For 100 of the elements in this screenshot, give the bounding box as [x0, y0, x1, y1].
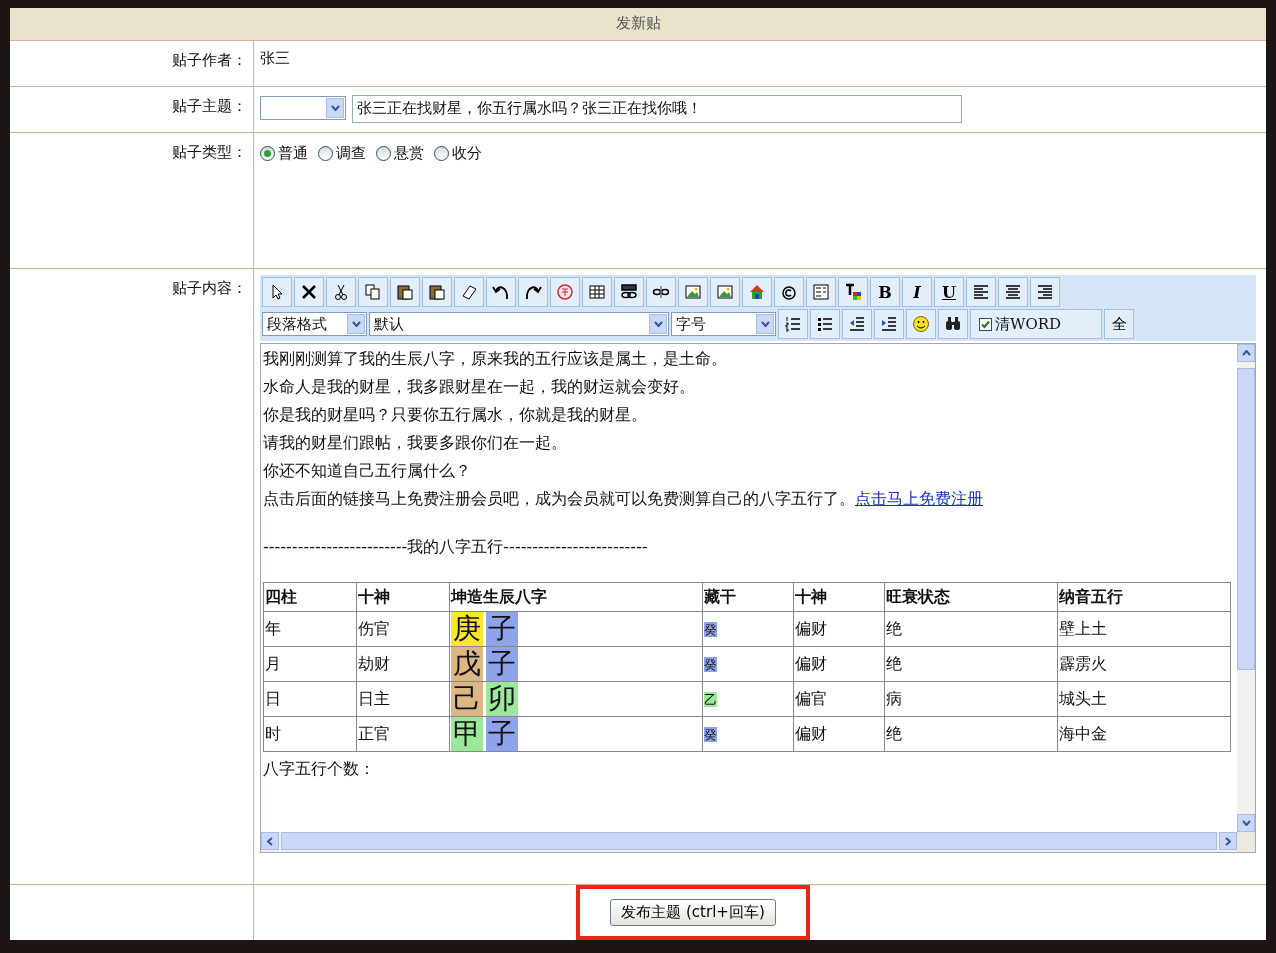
format-button[interactable]: U	[934, 277, 964, 308]
table-cell: 日	[263, 681, 357, 717]
table-button[interactable]	[582, 277, 612, 308]
table-cell: 城头土	[1057, 681, 1231, 717]
cut-button[interactable]	[326, 277, 356, 308]
form-title: 发新贴	[615, 14, 661, 34]
format-button[interactable]: I	[902, 277, 932, 308]
redo-icon	[524, 283, 542, 302]
form-icon	[812, 283, 830, 302]
page-button[interactable]	[550, 277, 580, 308]
house-button[interactable]	[742, 277, 772, 308]
align-center-icon	[1004, 283, 1022, 302]
paragraph: 你是我的财星吗？只要你五行属水，你就是我的财星。	[263, 404, 648, 427]
scroll-down-icon[interactable]	[1237, 814, 1255, 833]
table-cell: 正官	[356, 716, 450, 752]
pointer-button[interactable]	[262, 277, 292, 308]
table-icon	[588, 283, 606, 302]
format-button[interactable]: B	[870, 277, 900, 308]
editor-area[interactable]	[261, 344, 1237, 833]
copy-button[interactable]	[358, 277, 388, 308]
clean-word-checkbox[interactable]: 清WORD	[970, 309, 1102, 340]
scroll-thumb[interactable]	[281, 832, 1217, 851]
cut-icon	[332, 283, 350, 302]
image-button[interactable]	[710, 277, 740, 308]
textcolor-button[interactable]	[838, 277, 868, 308]
register-link[interactable]: 点击马上免费注册	[855, 489, 983, 509]
scroll-left-icon[interactable]	[261, 832, 279, 851]
scroll-up-icon[interactable]	[1237, 344, 1255, 363]
fullscreen-button[interactable]: 全	[1104, 309, 1134, 340]
align-left-icon	[972, 283, 990, 302]
table-cell: 霹雳火	[1057, 646, 1231, 682]
house-icon	[748, 283, 766, 302]
format-dropdown[interactable]: 段落格式	[262, 312, 367, 337]
paste-button[interactable]	[390, 277, 420, 308]
format-dropdown[interactable]: 默认	[369, 312, 669, 337]
align-center-button[interactable]	[998, 277, 1028, 308]
author-name: 张三	[260, 48, 290, 67]
ordered-list-icon	[784, 315, 802, 334]
smiley-icon	[912, 315, 930, 334]
checkmark-icon	[980, 318, 991, 330]
copy-icon	[364, 283, 382, 302]
ordered-list-button[interactable]	[778, 309, 808, 340]
align-left-button[interactable]	[966, 277, 996, 308]
post-type-radio[interactable]: 收分	[434, 143, 482, 163]
publish-button[interactable]: 发布主题 (ctrl+回车)	[610, 899, 776, 926]
image-button[interactable]	[678, 277, 708, 308]
format-dropdown[interactable]: 字号	[671, 312, 776, 337]
indent-button[interactable]	[874, 309, 904, 340]
align-right-icon	[1036, 283, 1054, 302]
paste-icon	[396, 283, 414, 302]
table-cell: 绝	[884, 646, 1058, 682]
hidden-stem: 癸	[704, 657, 717, 673]
align-right-button[interactable]	[1030, 277, 1060, 308]
form-button[interactable]	[806, 277, 836, 308]
bullet-list-button[interactable]	[810, 309, 840, 340]
eraser-button[interactable]	[454, 277, 484, 308]
column-header: 四柱	[263, 582, 357, 612]
smiley-button[interactable]	[906, 309, 936, 340]
paste-button[interactable]	[422, 277, 452, 308]
field-label: 贴子作者：	[172, 50, 247, 69]
paragraph: 水命人是我的财星，我多跟财星在一起，我的财运就会变好。	[263, 376, 696, 399]
post-type-radio[interactable]: 调查	[318, 143, 366, 163]
bazi-character: 庚	[451, 612, 483, 647]
eraser-icon	[460, 283, 478, 302]
textcolor-icon	[844, 283, 862, 302]
table-cell: 壁上土	[1057, 611, 1231, 647]
undo-button[interactable]	[486, 277, 516, 308]
table-cell: 年	[263, 611, 357, 647]
field-label: 贴子内容：	[172, 279, 247, 298]
column-header: 十神	[356, 582, 450, 612]
link-button[interactable]	[614, 277, 644, 308]
subject-input[interactable]: 张三正在找财星，你五行属水吗？张三正在找你哦！	[352, 94, 962, 123]
redo-button[interactable]	[518, 277, 548, 308]
scroll-right-icon[interactable]	[1219, 832, 1237, 851]
bazi-character: 戊	[451, 647, 483, 682]
table-cell: 伤官	[356, 611, 450, 647]
post-type-radio[interactable]: 悬赏	[376, 143, 424, 163]
unlink-button[interactable]	[646, 277, 676, 308]
paragraph: 我刚刚测算了我的生辰八字，原来我的五行应该是属土，是土命。	[263, 348, 728, 371]
bazi-character: 子	[486, 647, 518, 682]
bazi-character: 子	[486, 612, 518, 647]
outdent-button[interactable]	[842, 309, 872, 340]
bazi-character: 子	[486, 717, 518, 752]
outdent-icon	[848, 315, 866, 334]
category-dropdown[interactable]	[260, 95, 346, 120]
column-header: 十神	[793, 582, 885, 612]
table-cell: 偏财	[793, 611, 885, 647]
scroll-thumb[interactable]	[1237, 368, 1255, 671]
column-header: 藏干	[702, 582, 794, 612]
section-divider: -------------------------我的八字五行-------------------------	[263, 536, 649, 559]
copyright-button[interactable]	[774, 277, 804, 308]
binoculars-button[interactable]	[938, 309, 968, 340]
table-cell: 绝	[884, 611, 1058, 647]
paragraph: 你还不知道自己五行属什么？	[263, 460, 472, 483]
table-cell: 偏财	[793, 716, 885, 752]
post-type-radio[interactable]: 普通	[260, 143, 308, 163]
delete-button[interactable]	[294, 277, 324, 308]
bazi-character: 己	[451, 682, 483, 717]
bullet-list-icon	[816, 315, 834, 334]
image-icon	[684, 283, 702, 302]
